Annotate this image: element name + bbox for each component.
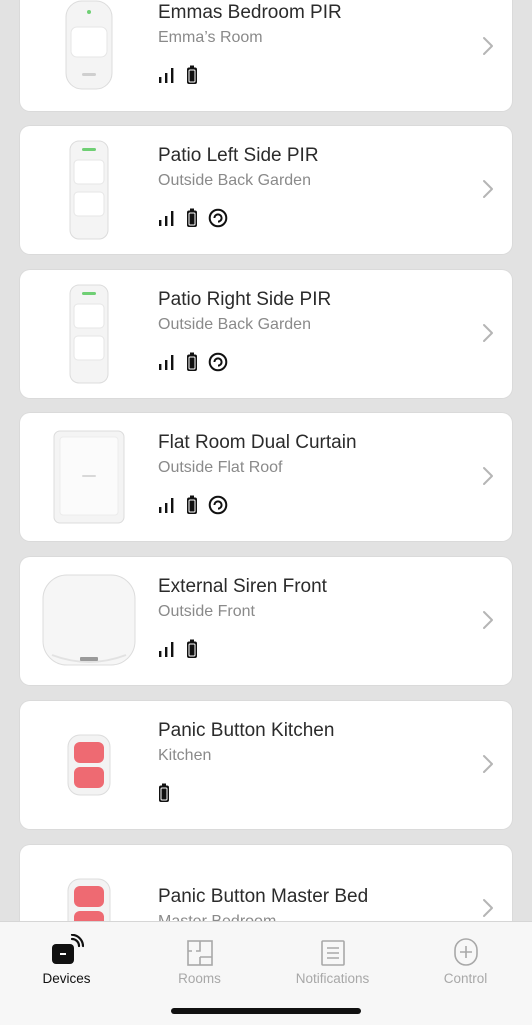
device-room: Outside Flat Roof: [158, 459, 283, 476]
signal-icon: [159, 498, 174, 513]
lid-icon: [208, 495, 228, 515]
tab-devices[interactable]: Devices: [0, 930, 133, 986]
tab-label: Notifications: [295, 971, 370, 986]
device-room: Emma’s Room: [158, 29, 263, 46]
device-name: Panic Button Kitchen: [158, 720, 335, 741]
tab-notifications[interactable]: Notifications: [266, 930, 399, 986]
tab-rooms[interactable]: Rooms: [133, 930, 266, 986]
chevron-right-icon[interactable]: [482, 898, 494, 918]
signal-icon: [159, 211, 174, 226]
device-room: Outside Front: [158, 603, 255, 620]
tab-label: Rooms: [178, 971, 221, 986]
devices-icon: [51, 934, 84, 964]
device-name: Panic Button Master Bed: [158, 886, 369, 907]
device-name: Flat Room Dual Curtain: [158, 432, 357, 453]
device-card-emmas-bedroom-pir[interactable]: Emmas Bedroom PIR Emma’s Room: [20, 0, 512, 111]
device-card-patio-right-side-pir[interactable]: Patio Right Side PIR Outside Back Garden: [20, 270, 512, 398]
device-card-patio-left-side-pir[interactable]: Patio Left Side PIR Outside Back Garden: [20, 126, 512, 254]
tab-label: Devices: [42, 971, 91, 986]
device-status-icons: [158, 494, 228, 516]
device-room: Master Bedroom: [158, 913, 276, 921]
device-name: Patio Right Side PIR: [158, 289, 332, 310]
rooms-icon: [186, 940, 213, 966]
tab-label: Control: [443, 971, 488, 986]
device-room: Outside Back Garden: [158, 172, 311, 189]
panic-button-image: [42, 845, 182, 921]
battery-icon: [187, 352, 197, 371]
battery-icon: [159, 783, 169, 802]
device-status-icons: [158, 782, 170, 804]
chevron-right-icon[interactable]: [482, 323, 494, 343]
control-icon: [453, 938, 478, 966]
notifications-icon: [320, 940, 345, 966]
battery-icon: [187, 208, 197, 227]
device-card-panic-button-master-bed[interactable]: Panic Button Master Bed Master Bedroom: [20, 845, 512, 921]
device-status-icons: [158, 351, 228, 373]
device-card-external-siren-front[interactable]: External Siren Front Outside Front: [20, 557, 512, 685]
battery-icon: [187, 65, 197, 84]
lid-icon: [208, 352, 228, 372]
device-status-icons: [158, 64, 198, 86]
device-name: External Siren Front: [158, 576, 327, 597]
device-card-flat-room-dual-curtain[interactable]: Flat Room Dual Curtain Outside Flat Roof: [20, 413, 512, 541]
device-name: Patio Left Side PIR: [158, 145, 319, 166]
battery-icon: [187, 495, 197, 514]
lid-icon: [208, 208, 228, 228]
device-status-icons: [158, 638, 198, 660]
device-status-icons: [158, 207, 228, 229]
chevron-right-icon[interactable]: [482, 754, 494, 774]
tab-control[interactable]: Control: [399, 930, 532, 986]
device-name: Emmas Bedroom PIR: [158, 2, 342, 23]
battery-icon: [187, 639, 197, 658]
chevron-right-icon[interactable]: [482, 610, 494, 630]
device-room: Outside Back Garden: [158, 316, 311, 333]
chevron-right-icon[interactable]: [482, 179, 494, 199]
device-card-panic-button-kitchen[interactable]: Panic Button Kitchen Kitchen: [20, 701, 512, 829]
signal-icon: [159, 642, 174, 657]
device-room: Kitchen: [158, 747, 212, 764]
home-indicator[interactable]: [171, 1008, 361, 1014]
chevron-right-icon[interactable]: [482, 466, 494, 486]
chevron-right-icon[interactable]: [482, 36, 494, 56]
device-list: Emmas Bedroom PIR Emma’s Room Patio Left…: [0, 0, 532, 921]
signal-icon: [159, 68, 174, 83]
signal-icon: [159, 355, 174, 370]
